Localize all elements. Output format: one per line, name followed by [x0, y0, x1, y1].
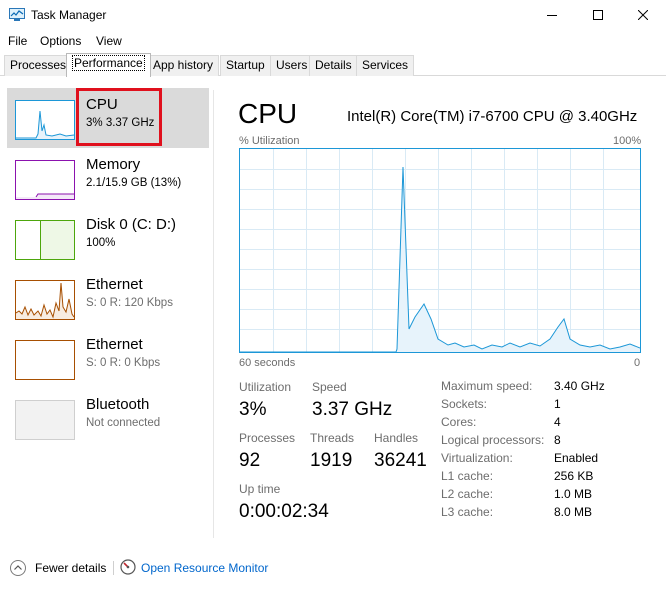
- processes-label: Processes: [239, 431, 296, 445]
- sidebar-item-bluetooth[interactable]: Bluetooth Not connected: [7, 388, 209, 448]
- graph-x-right-label: 0: [634, 357, 641, 369]
- footer-bar: Fewer details Open Resource Monitor: [0, 551, 666, 585]
- sidebar-item-label: Disk 0 (C: D:): [86, 216, 176, 233]
- tab-details[interactable]: Details: [309, 55, 358, 76]
- tab-processes[interactable]: Processes: [4, 55, 73, 76]
- disk-thumbnail-graph: [15, 220, 75, 260]
- graph-grid: [240, 149, 640, 352]
- detail-value-l1-cache: 256 KB: [554, 469, 594, 483]
- cpu-thumbnail-graph: [15, 100, 75, 140]
- detail-label-cores: Cores:: [441, 415, 477, 429]
- cpu-graph-line: [240, 166, 641, 353]
- detail-label-virtualization: Virtualization:: [441, 451, 513, 465]
- minimize-icon: [547, 15, 557, 16]
- menu-view[interactable]: View: [96, 34, 122, 48]
- close-icon: [638, 10, 648, 20]
- utilization-label: Utilization: [239, 380, 292, 394]
- tab-services[interactable]: Services: [356, 55, 415, 76]
- bluetooth-thumbnail-graph: [15, 400, 75, 440]
- detail-value-logical-processors: 8: [554, 433, 561, 447]
- menu-options[interactable]: Options: [40, 34, 81, 48]
- open-resource-monitor-link[interactable]: Open Resource Monitor: [141, 561, 268, 575]
- tab-startup[interactable]: Startup: [220, 55, 271, 76]
- sidebar-item-disk[interactable]: Disk 0 (C: D:) 100%: [7, 208, 209, 268]
- tab-users[interactable]: Users: [270, 55, 314, 76]
- handles-value: 36241: [374, 450, 427, 471]
- sidebar-item-value: 2.1/15.9 GB (13%): [86, 177, 182, 189]
- close-button[interactable]: [620, 0, 666, 30]
- detail-label-logical-processors: Logical processors:: [441, 433, 545, 447]
- cpu-model-name: Intel(R) Core(TM) i7-6700 CPU @ 3.40GHz: [347, 108, 638, 125]
- sidebar-item-memory[interactable]: Memory 2.1/15.9 GB (13%): [7, 148, 209, 208]
- selection-highlight-box: [76, 88, 162, 146]
- uptime-label: Up time: [239, 482, 281, 496]
- tab-label: Performance: [72, 55, 145, 71]
- detail-value-l2-cache: 1.0 MB: [554, 487, 593, 501]
- pane-divider: [213, 90, 214, 538]
- tab-label: Details: [315, 58, 352, 72]
- window-title: Task Manager: [31, 8, 107, 22]
- uptime-value: 0:00:02:34: [239, 501, 329, 522]
- detail-label-sockets: Sockets:: [441, 397, 488, 411]
- task-manager-icon: [9, 8, 25, 21]
- detail-value-sockets: 1: [554, 397, 561, 411]
- speed-label: Speed: [312, 380, 347, 394]
- footer-separator: [113, 561, 114, 575]
- menu-bar: File Options View: [0, 31, 666, 51]
- minimize-button[interactable]: [529, 0, 575, 30]
- detail-value-max-speed: 3.40 GHz: [554, 379, 605, 393]
- sidebar-item-label: Ethernet: [86, 336, 143, 353]
- resource-monitor-icon[interactable]: [120, 559, 136, 575]
- sidebar-item-ethernet-1[interactable]: Ethernet S: 0 R: 120 Kbps: [7, 268, 209, 328]
- memory-thumbnail-graph: [15, 160, 75, 200]
- detail-label-l3-cache: L3 cache:: [441, 505, 494, 519]
- detail-label-l1-cache: L1 cache:: [441, 469, 494, 483]
- graph-y-label: % Utilization: [239, 135, 300, 147]
- sidebar-item-value: S: 0 R: 120 Kbps: [86, 297, 173, 309]
- tab-app-history[interactable]: App history: [147, 55, 220, 76]
- threads-label: Threads: [310, 431, 355, 445]
- tab-label: Users: [276, 58, 308, 72]
- menu-file[interactable]: File: [8, 34, 27, 48]
- detail-label-max-speed: Maximum speed:: [441, 379, 533, 393]
- detail-label-l2-cache: L2 cache:: [441, 487, 494, 501]
- handles-label: Handles: [374, 431, 419, 445]
- tab-strip: Processes Performance App history Startu…: [0, 53, 666, 77]
- speed-value: 3.37 GHz: [312, 399, 393, 420]
- maximize-icon: [593, 10, 603, 20]
- sidebar-item-value: Not connected: [86, 417, 161, 429]
- graph-y-max-label: 100%: [613, 135, 642, 147]
- detail-value-virtualization: Enabled: [554, 451, 599, 465]
- chevron-up-icon[interactable]: [10, 560, 26, 576]
- tab-label: Startup: [226, 58, 265, 72]
- page-title: CPU: [238, 98, 298, 129]
- cpu-utilization-graph: [239, 148, 641, 353]
- detail-value-l3-cache: 8.0 MB: [554, 505, 593, 519]
- processes-value: 92: [239, 450, 261, 471]
- maximize-button[interactable]: [575, 0, 621, 30]
- tab-performance[interactable]: Performance: [66, 53, 151, 77]
- detail-value-cores: 4: [554, 415, 561, 429]
- sidebar-item-label: Ethernet: [86, 276, 143, 293]
- sidebar-item-ethernet-2[interactable]: Ethernet S: 0 R: 0 Kbps: [7, 328, 209, 388]
- tab-label: Processes: [10, 58, 67, 72]
- tab-label: App history: [153, 58, 214, 72]
- tab-label: Services: [362, 58, 409, 72]
- threads-value: 1919: [310, 450, 353, 471]
- utilization-value: 3%: [239, 399, 267, 420]
- sidebar-item-value: 100%: [86, 237, 116, 249]
- fewer-details-button[interactable]: Fewer details: [35, 561, 106, 575]
- ethernet-thumbnail-graph: [15, 280, 75, 320]
- title-bar[interactable]: Task Manager: [0, 0, 666, 30]
- graph-x-left-label: 60 seconds: [239, 357, 296, 369]
- sidebar-item-label: Memory: [86, 156, 141, 173]
- ethernet-thumbnail-graph: [15, 340, 75, 380]
- sidebar-item-value: S: 0 R: 0 Kbps: [86, 357, 161, 369]
- cpu-graph-canvas: [240, 149, 641, 353]
- sidebar-item-label: Bluetooth: [86, 396, 150, 413]
